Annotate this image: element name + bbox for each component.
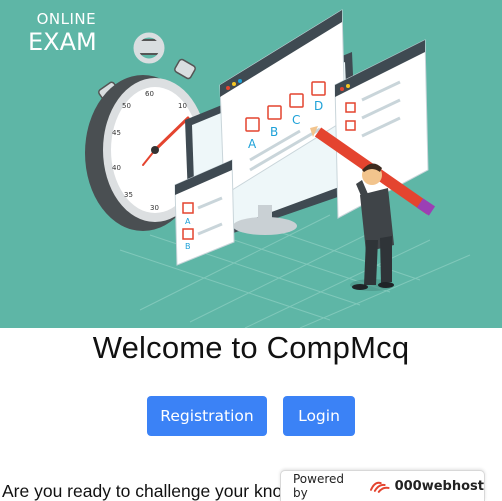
page-title: Welcome to CompMcq: [92, 330, 410, 365]
svg-text:60: 60: [145, 90, 154, 98]
side-label-b: B: [185, 242, 191, 251]
powered-by-label: Powered by: [293, 472, 345, 500]
powered-by-badge[interactable]: Powered by 000webhost: [280, 470, 485, 501]
webhost-logo-icon: [370, 481, 390, 493]
svg-text:40: 40: [112, 164, 121, 172]
answer-label-b: B: [270, 125, 278, 139]
side-label-a: A: [185, 217, 191, 226]
brand-text-online: ONLINE: [36, 10, 97, 28]
svg-text:30: 30: [150, 204, 159, 212]
registration-button[interactable]: Registration: [147, 396, 267, 436]
brand-text-exam: EXAM: [28, 28, 97, 56]
login-button[interactable]: Login: [283, 396, 355, 436]
answer-label-c: C: [292, 113, 300, 127]
brand-logo: ONLINE EXAM: [28, 10, 97, 56]
svg-text:50: 50: [122, 102, 131, 110]
svg-text:35: 35: [124, 191, 133, 199]
webhost-brand-name: 000webhost: [394, 478, 484, 494]
answer-label-d: D: [314, 99, 323, 113]
svg-text:45: 45: [112, 129, 121, 137]
hero-banner: 60 10 15 20 25 30 35 40 45 50: [0, 0, 502, 328]
svg-text:10: 10: [178, 102, 187, 110]
answer-label-a: A: [248, 137, 257, 151]
